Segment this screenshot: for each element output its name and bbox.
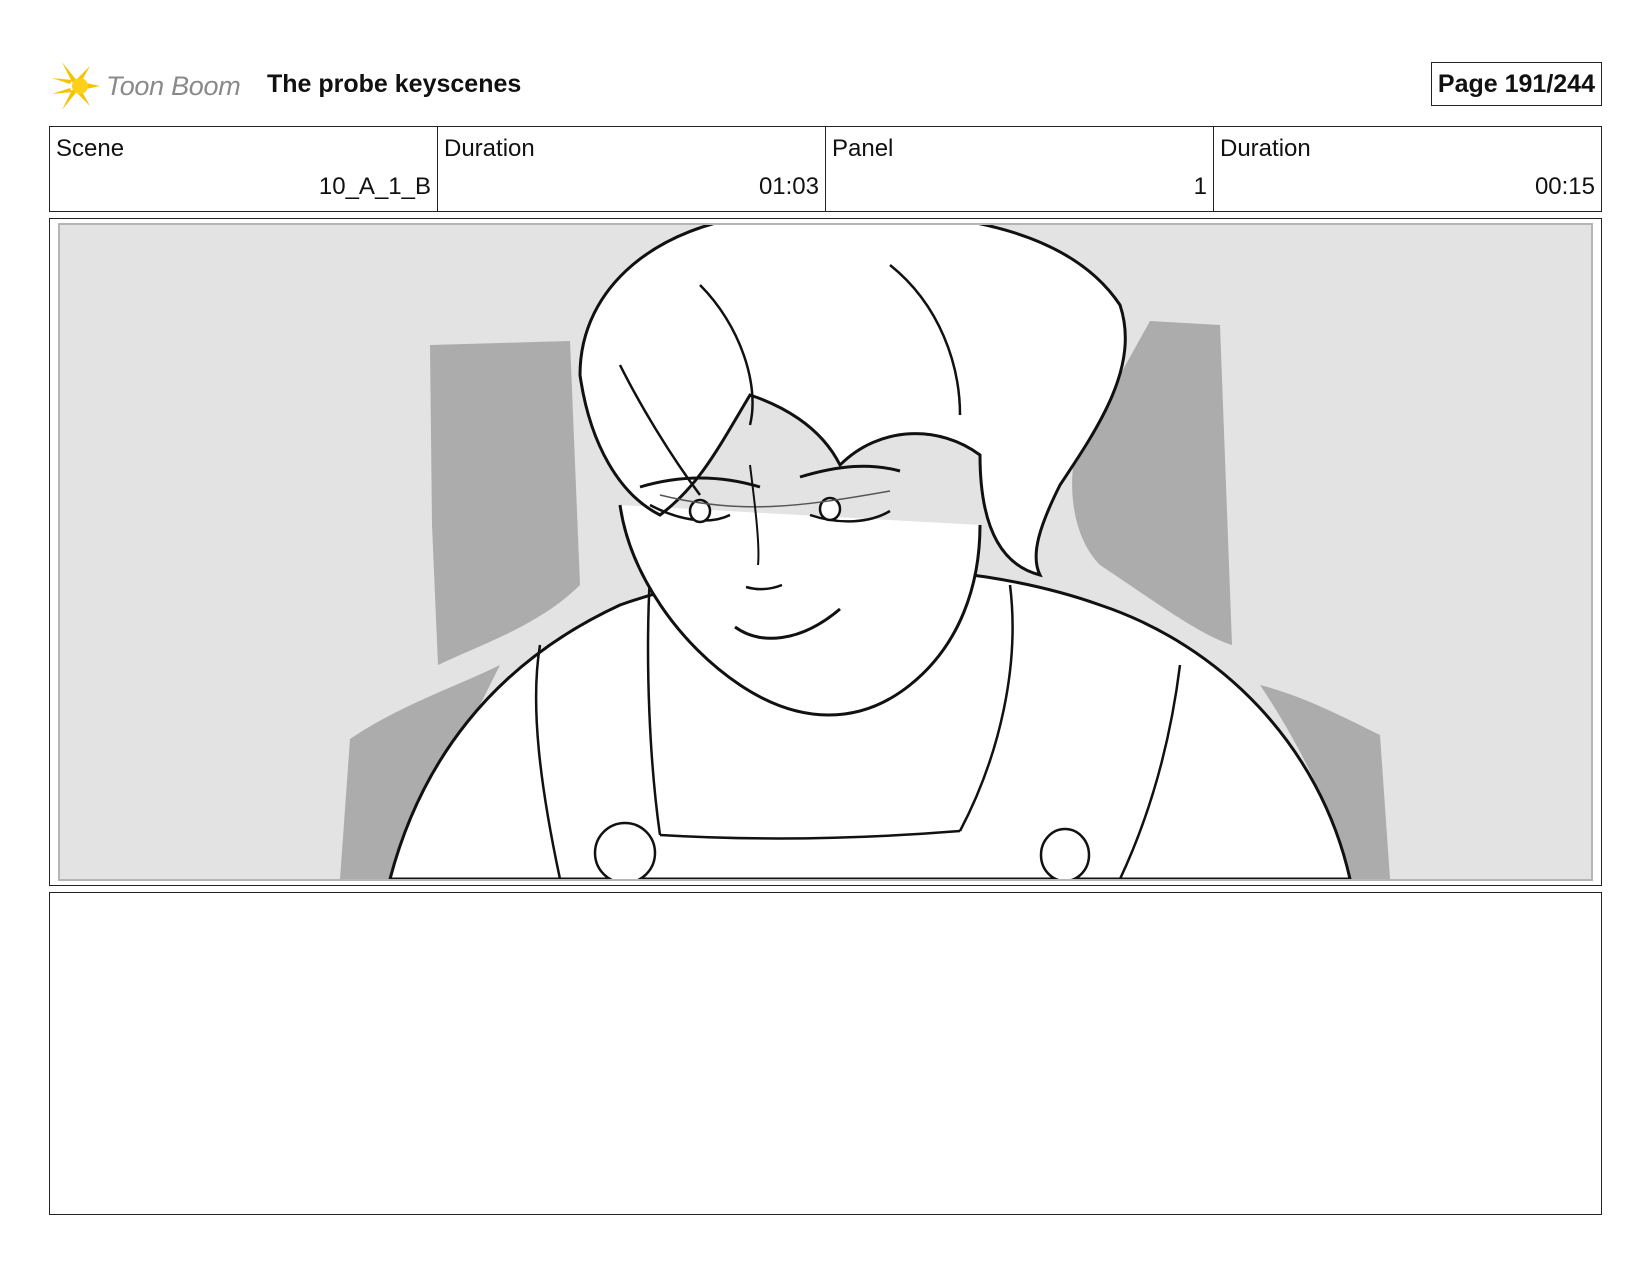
scene-duration-value: 01:03 xyxy=(758,173,819,200)
logo-wordmark: Toon Boom xyxy=(106,70,241,101)
storyboard-sketch-image xyxy=(58,223,1593,881)
scene-info-table: Scene 10_A_1_B Duration 01:03 Panel 1 Du… xyxy=(49,126,1602,212)
scene-label: Scene xyxy=(56,135,125,162)
storyboard-panel-frame xyxy=(49,218,1602,886)
panel-duration-label: Duration xyxy=(1220,135,1311,162)
panel-duration-cell: Duration 00:15 xyxy=(1214,127,1601,211)
scene-duration-cell: Duration 01:03 xyxy=(438,127,826,211)
panel-label: Panel xyxy=(832,135,894,162)
sun-burst-icon xyxy=(52,62,100,110)
panel-value: 1 xyxy=(1193,173,1207,200)
page-number-badge: Page 191/244 xyxy=(1430,62,1602,106)
panel-notes-box xyxy=(49,892,1602,1215)
toon-boom-logo: Toon Boom xyxy=(50,58,241,114)
panel-cell: Panel 1 xyxy=(826,127,1214,211)
scene-duration-label: Duration xyxy=(444,135,535,162)
scene-value: 10_A_1_B xyxy=(318,173,431,200)
panel-duration-value: 00:15 xyxy=(1534,173,1595,200)
page-header: Toon Boom The probe keyscenes Page 191/2… xyxy=(50,58,1602,114)
document-title: The probe keyscenes xyxy=(267,70,522,98)
scene-cell: Scene 10_A_1_B xyxy=(50,127,438,211)
